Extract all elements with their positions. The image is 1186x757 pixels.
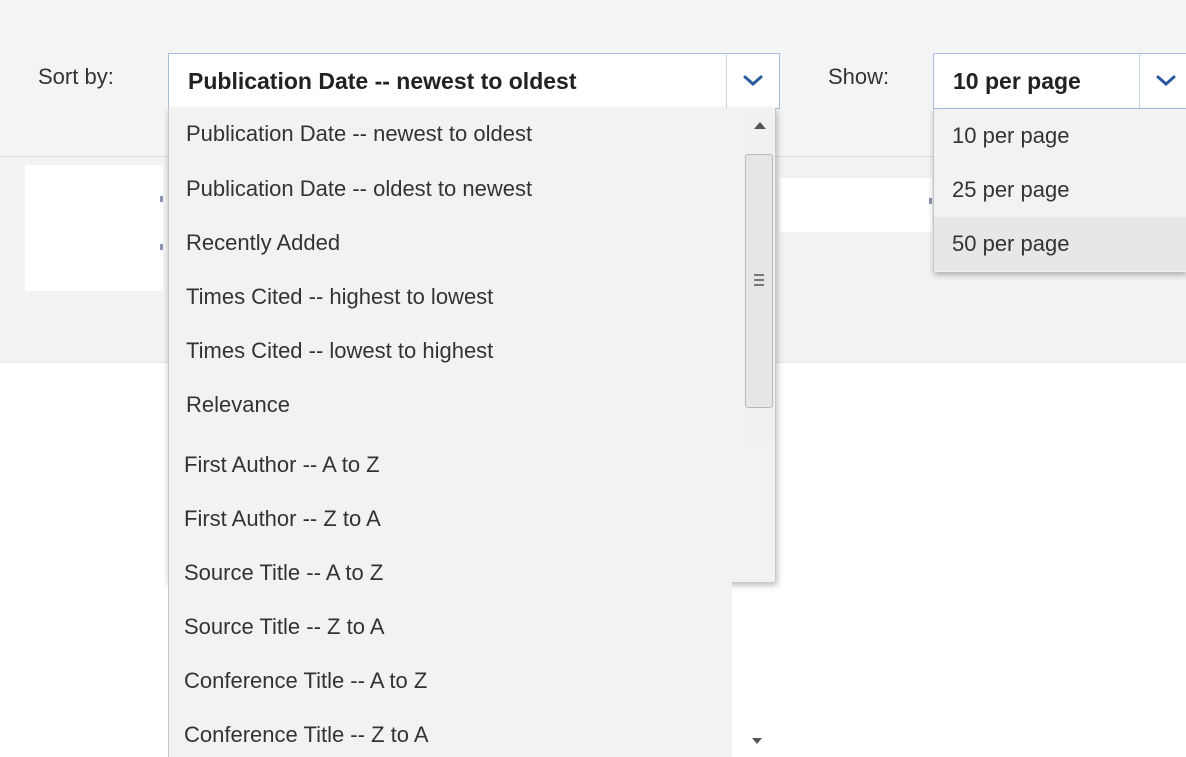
show-options-list: 10 per page 25 per page 50 per page [933, 109, 1186, 272]
show-per-page-select[interactable]: 10 per page [933, 53, 1186, 109]
chevron-down-icon[interactable] [1139, 54, 1186, 108]
chevron-down-icon[interactable] [726, 54, 779, 108]
sort-option[interactable]: Publication Date -- newest to oldest [186, 121, 532, 147]
scroll-down-arrow-icon[interactable] [752, 738, 762, 744]
show-label: Show: [828, 64, 890, 89]
scroll-grip-icon [754, 274, 764, 276]
sort-option[interactable]: Times Cited -- highest to lowest [186, 284, 493, 310]
show-option[interactable]: 10 per page [934, 109, 1186, 163]
result-card-fragment [780, 178, 932, 232]
sort-option[interactable]: First Author -- A to Z [184, 452, 380, 478]
page-fragment-mark [929, 198, 932, 204]
sort-option[interactable]: Recently Added [186, 230, 340, 256]
sort-by-label: Sort by: [38, 64, 114, 89]
sort-option[interactable]: Source Title -- Z to A [184, 614, 385, 640]
scroll-up-arrow-icon[interactable] [754, 122, 766, 129]
show-selected-value: 10 per page [953, 67, 1081, 94]
sort-by-select[interactable]: Publication Date -- newest to oldest [168, 53, 780, 109]
sort-options-list: Publication Date -- newest to oldest Pub… [168, 108, 776, 585]
sort-option[interactable]: Publication Date -- oldest to newest [186, 176, 532, 202]
sort-selected-value: Publication Date -- newest to oldest [188, 67, 577, 94]
scroll-grip-icon [754, 279, 764, 281]
scroll-grip-icon [754, 284, 764, 286]
show-option-hovered[interactable]: 50 per page [934, 217, 1186, 271]
show-option[interactable]: 25 per page [934, 163, 1186, 217]
sort-options-list-continued: Source Title -- Z to A Conference Title … [168, 582, 732, 757]
sort-option[interactable]: First Author -- Z to A [184, 506, 381, 532]
sort-option[interactable]: Relevance [186, 392, 290, 418]
page-fragment-mark [160, 196, 163, 202]
sort-option[interactable]: Conference Title -- A to Z [184, 668, 427, 694]
sort-option[interactable]: Times Cited -- lowest to highest [186, 338, 493, 364]
sort-option[interactable]: Conference Title -- Z to A [184, 722, 429, 748]
page-fragment-mark [160, 244, 163, 250]
scrollbar-thumb[interactable] [745, 154, 773, 408]
result-card-fragment [25, 165, 163, 291]
